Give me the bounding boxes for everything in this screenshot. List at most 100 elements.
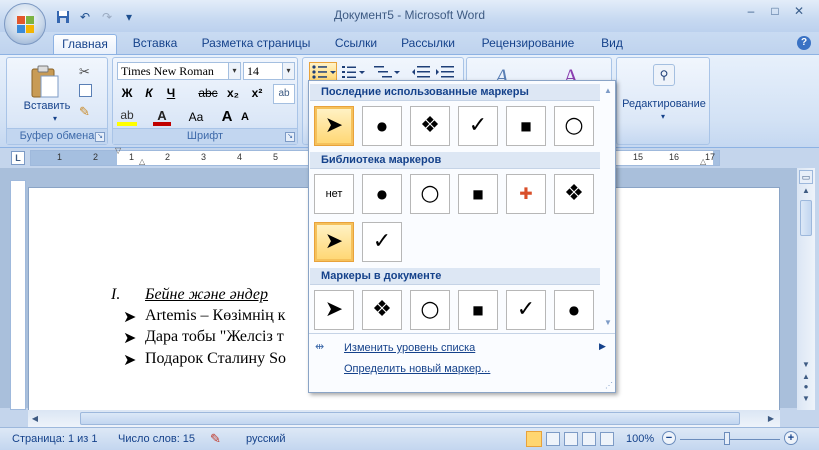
zoom-in-icon[interactable]: + — [784, 431, 798, 445]
scroll-down-icon[interactable]: ▼ — [799, 358, 813, 372]
binoculars-icon[interactable]: ⚲ — [653, 64, 675, 86]
highlight-icon[interactable]: ab — [117, 108, 137, 126]
maximize-button[interactable]: □ — [766, 4, 784, 18]
bold-button[interactable]: Ж — [117, 84, 137, 102]
diamond-bullet-cell[interactable]: ❖ — [554, 174, 594, 214]
right-indent-marker[interactable]: △ — [700, 157, 706, 166]
font-family-combo[interactable]: Times New Roman ▾ — [117, 62, 241, 80]
minimize-button[interactable]: – — [742, 4, 760, 18]
tab-selector[interactable]: L — [11, 151, 25, 165]
zoom-slider-track[interactable] — [680, 439, 780, 440]
full-screen-reading-icon[interactable] — [546, 432, 560, 446]
underline-button[interactable]: Ч — [161, 84, 181, 102]
cross-bullet-cell[interactable]: ✚ — [506, 174, 546, 214]
bullets-button[interactable] — [309, 62, 337, 82]
scroll-right-icon[interactable]: ▶ — [764, 412, 778, 425]
ruler-tick-label: 16 — [669, 152, 680, 162]
filled-circle-bullet-cell[interactable]: ● — [362, 106, 402, 146]
strikethrough-button[interactable]: abc — [195, 84, 221, 102]
editing-label[interactable]: Редактирование — [617, 98, 711, 110]
outline-icon[interactable] — [582, 432, 596, 446]
help-icon[interactable]: ? — [797, 36, 811, 50]
paste-icon[interactable] — [29, 64, 61, 100]
arrow-bullet-cell[interactable]: ➤ — [314, 290, 354, 330]
superscript-button[interactable]: x² — [247, 84, 267, 102]
editing-dropdown-icon[interactable]: ▾ — [661, 112, 665, 121]
tab-home[interactable]: Главная — [53, 34, 117, 54]
tab-references[interactable]: Ссылки — [330, 34, 382, 54]
filled-circle-bullet-cell[interactable]: ● — [362, 174, 402, 214]
language[interactable]: русский — [246, 433, 285, 445]
zoom-out-icon[interactable]: − — [662, 431, 676, 445]
shrink-font-button[interactable]: A — [235, 108, 255, 126]
chevron-down-icon[interactable]: ▾ — [282, 63, 294, 79]
draft-icon[interactable] — [600, 432, 614, 446]
font-launcher-icon[interactable]: ↘ — [285, 132, 295, 142]
close-button[interactable]: ✕ — [790, 4, 808, 18]
page-count[interactable]: Страница: 1 из 1 — [12, 433, 98, 445]
previous-page-icon[interactable]: ▲ — [799, 372, 813, 382]
paste-label[interactable]: Вставить — [19, 100, 75, 112]
filled-circle-bullet-cell[interactable]: ● — [554, 290, 594, 330]
tab-view[interactable]: Вид — [594, 34, 630, 54]
hanging-indent-marker[interactable]: △ — [139, 157, 145, 166]
arrow-bullet-cell[interactable]: ➤ — [314, 106, 354, 146]
no-bullet-cell[interactable]: нет — [314, 174, 354, 214]
scroll-left-icon[interactable]: ◀ — [28, 412, 42, 425]
hollow-circle-bullet-cell[interactable]: ○ — [410, 174, 450, 214]
print-layout-icon[interactable] — [526, 431, 542, 447]
vertical-scrollbar[interactable]: ▭ ▲ ▼ ▲ ● ▼ — [797, 168, 815, 410]
define-new-bullet-item[interactable]: Определить новый маркер... — [344, 363, 490, 375]
checkmark-bullet-cell[interactable]: ✓ — [458, 106, 498, 146]
view-ruler-icon[interactable]: ▭ — [799, 170, 813, 184]
hscroll-thumb[interactable] — [80, 412, 740, 425]
menu-scrollbar[interactable]: ▲ ▼ — [602, 86, 614, 330]
scroll-down-icon[interactable]: ▼ — [602, 318, 614, 330]
square-bullet-cell[interactable]: ■ — [506, 106, 546, 146]
arrow-bullet-cell[interactable]: ➤ — [314, 222, 354, 262]
first-line-indent-marker[interactable]: ▽ — [115, 146, 121, 155]
tab-insert[interactable]: Вставка — [126, 34, 184, 54]
zoom-level[interactable]: 100% — [626, 433, 654, 445]
italic-button[interactable]: К — [139, 84, 159, 102]
hollow-circle-bullet-cell[interactable]: ○ — [410, 290, 450, 330]
office-button[interactable] — [4, 3, 46, 45]
subscript-button[interactable]: x₂ — [223, 84, 243, 102]
cut-icon[interactable]: ✂ — [79, 64, 90, 80]
clipboard-launcher-icon[interactable]: ↘ — [95, 132, 105, 142]
scroll-thumb[interactable] — [800, 200, 812, 236]
checkmark-bullet-cell[interactable]: ✓ — [506, 290, 546, 330]
resize-grip-icon[interactable]: ⋰ — [605, 381, 613, 390]
diamond-bullet-cell[interactable]: ❖ — [410, 106, 450, 146]
square-bullet-cell[interactable]: ■ — [458, 174, 498, 214]
square-bullet-cell[interactable]: ■ — [458, 290, 498, 330]
copy-icon[interactable] — [79, 84, 92, 97]
change-case-button[interactable]: Aa — [183, 108, 209, 126]
format-painter-icon[interactable]: ✎ — [79, 104, 90, 120]
hollow-circle-bullet-cell[interactable]: ○ — [554, 106, 594, 146]
diamond-bullet-cell[interactable]: ❖ — [362, 290, 402, 330]
next-page-icon[interactable]: ▼ — [799, 394, 813, 404]
word-count[interactable]: Число слов: 15 — [118, 433, 195, 445]
tab-review[interactable]: Рецензирование — [475, 34, 581, 54]
tab-mailings[interactable]: Рассылки — [396, 34, 460, 54]
scroll-up-icon[interactable]: ▲ — [799, 184, 813, 198]
clear-formatting-icon[interactable]: ab — [273, 84, 295, 104]
chevron-down-icon[interactable]: ▾ — [228, 63, 240, 79]
web-layout-icon[interactable] — [564, 432, 578, 446]
vertical-ruler[interactable] — [10, 180, 26, 410]
font-color-icon[interactable]: A — [153, 108, 171, 126]
checkmark-bullet-cell[interactable]: ✓ — [362, 222, 402, 262]
proofing-icon[interactable]: ✎ — [210, 431, 221, 447]
change-list-level-item[interactable]: Изменить уровень списка — [344, 342, 475, 354]
font-group: Times New Roman ▾ 14 ▾ Ж К Ч abc x₂ x² a… — [112, 57, 298, 145]
grow-font-button[interactable]: A — [217, 108, 237, 126]
filled-circle-bullet-icon: ● — [376, 119, 388, 133]
zoom-slider-thumb[interactable] — [724, 432, 730, 445]
scroll-up-icon[interactable]: ▲ — [602, 86, 614, 98]
tab-page-layout[interactable]: Разметка страницы — [196, 34, 316, 54]
paste-dropdown-icon[interactable]: ▾ — [53, 114, 57, 123]
horizontal-scrollbar[interactable]: ◀ ▶ — [28, 410, 780, 427]
font-size-combo[interactable]: 14 ▾ — [243, 62, 295, 80]
browse-object-icon[interactable]: ● — [799, 382, 813, 394]
